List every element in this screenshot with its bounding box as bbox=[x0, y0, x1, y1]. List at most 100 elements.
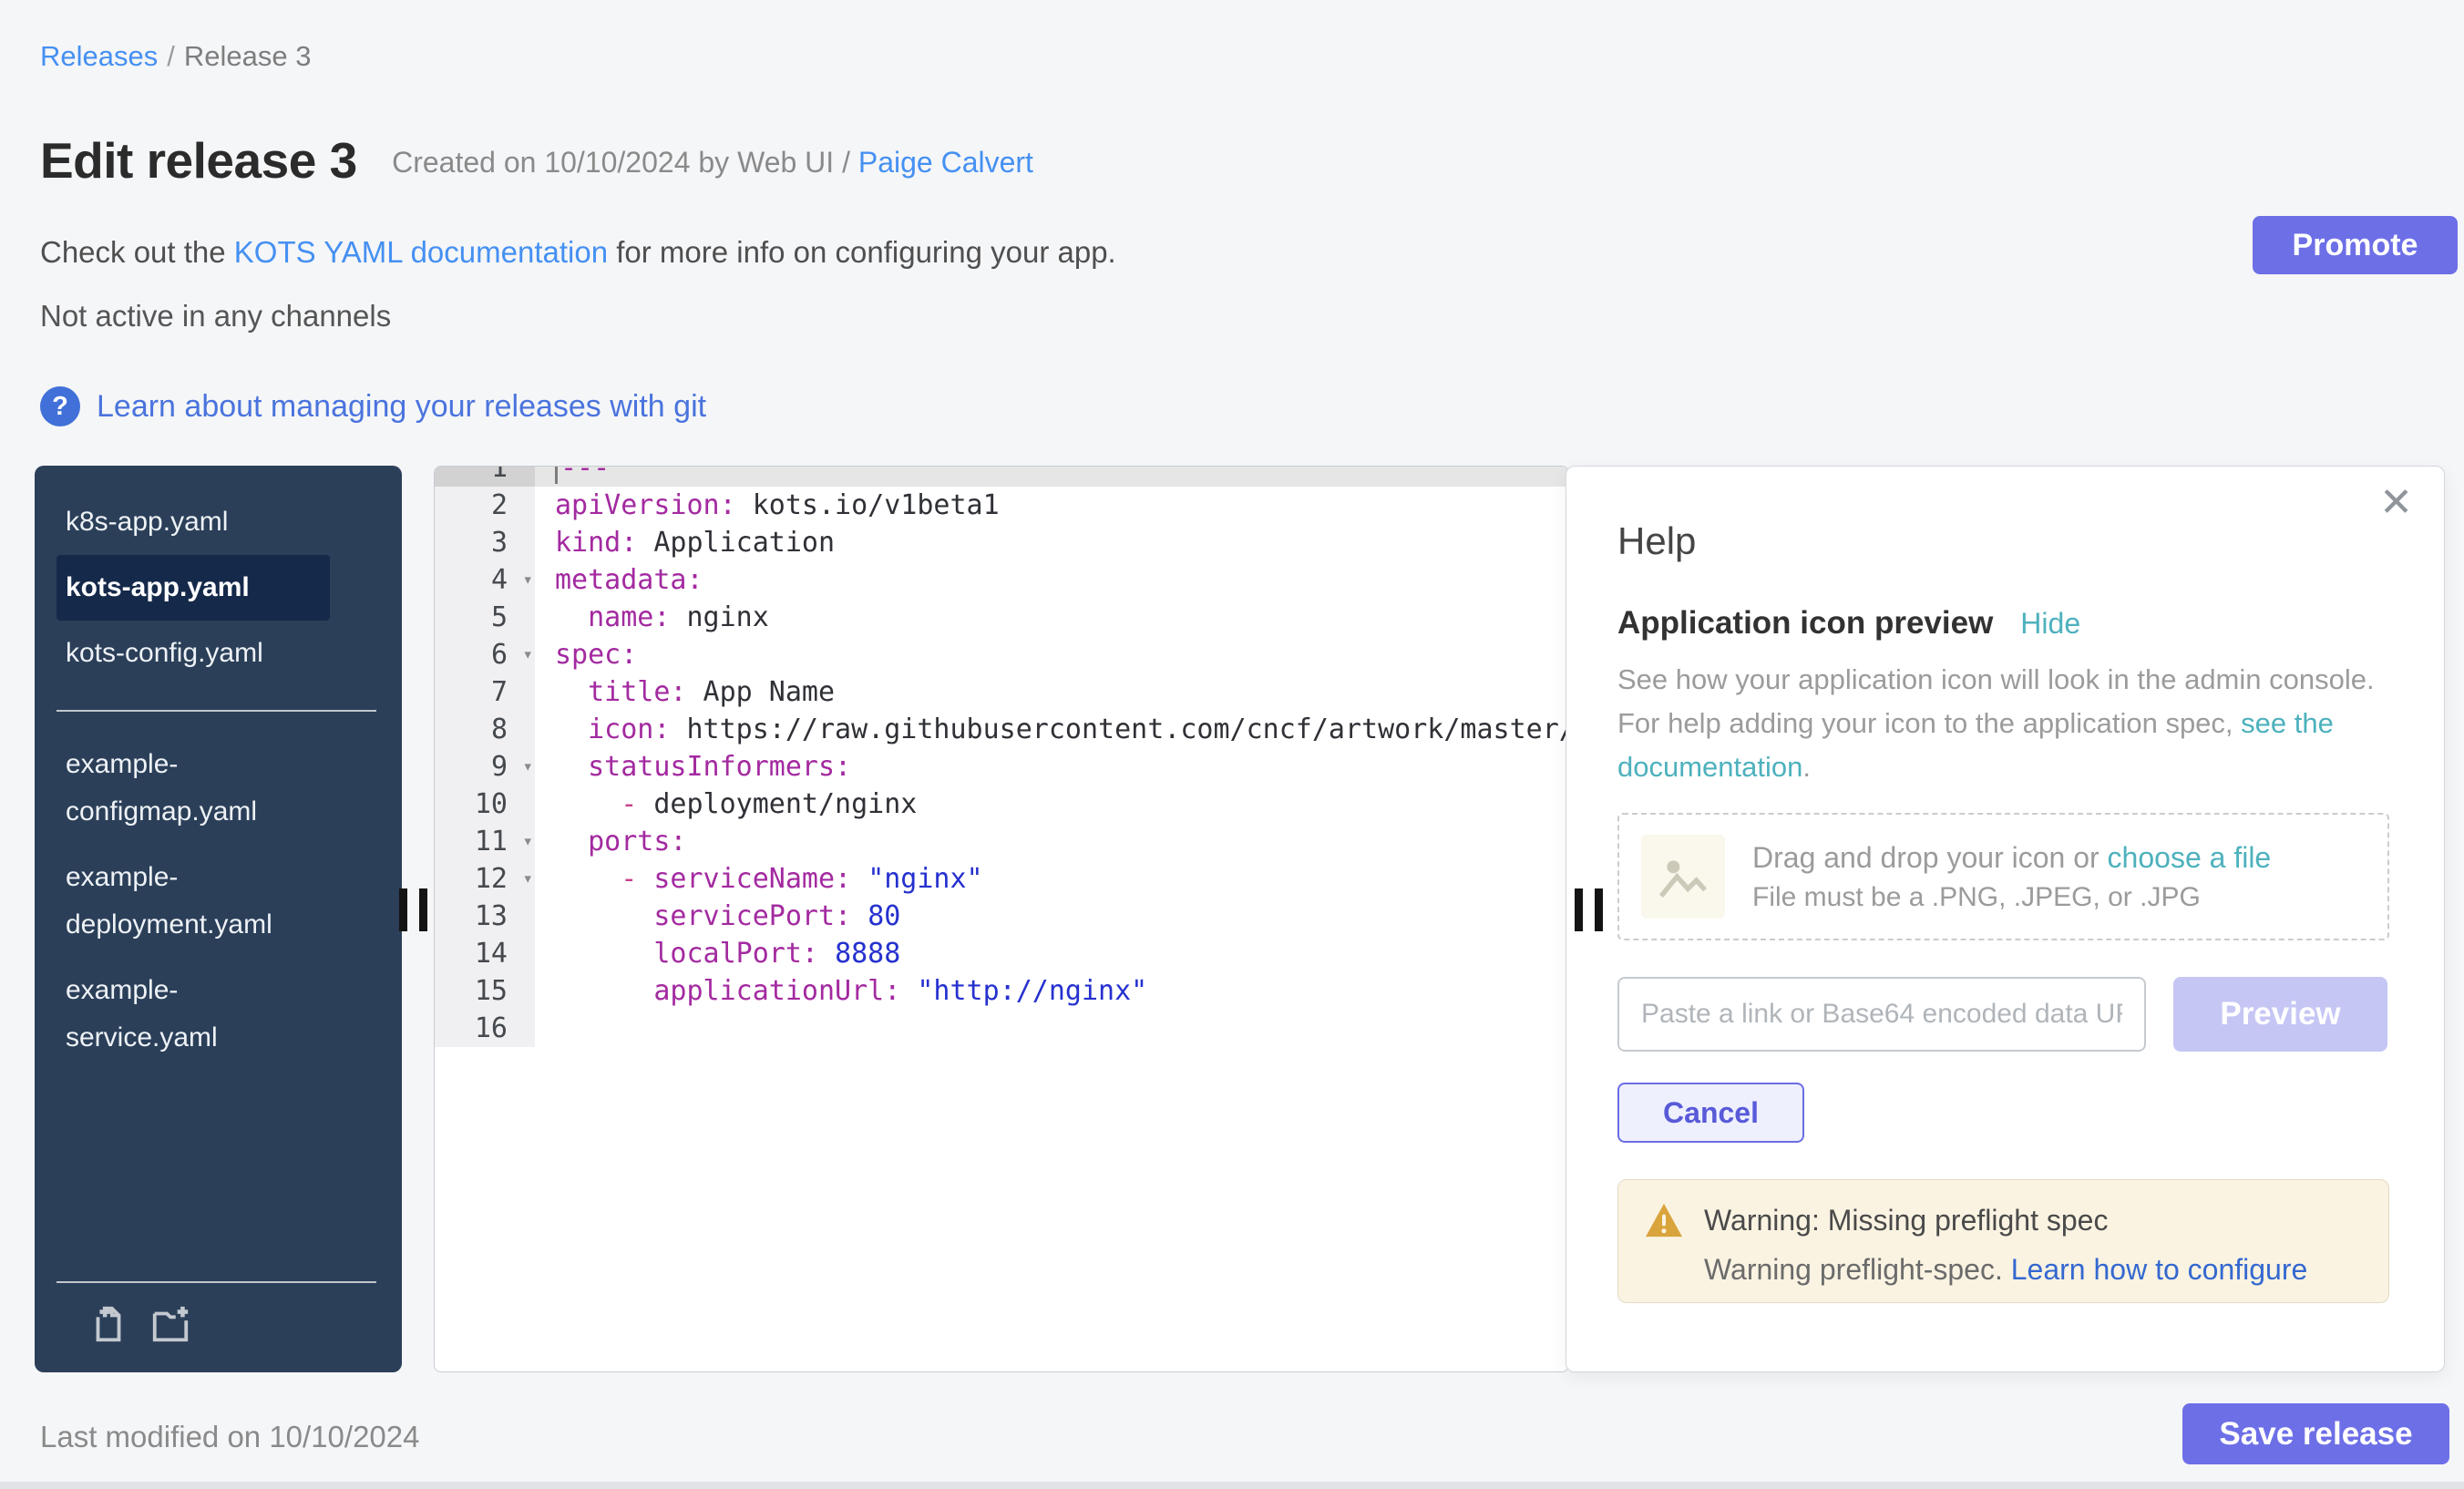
code-content[interactable]: icon: https://raw.githubusercontent.com/… bbox=[535, 711, 1568, 748]
code-content[interactable]: title: App Name bbox=[535, 673, 1568, 711]
line-number: 10 bbox=[435, 786, 535, 823]
code-segment: kots.io/v1beta1 bbox=[736, 489, 1000, 521]
yaml-editor[interactable]: 1 --- 2apiVersion: kots.io/v1beta13kind: A… bbox=[434, 466, 1569, 1372]
fold-arrow-icon[interactable]: ▾ bbox=[523, 748, 533, 786]
code-line: 9▾ statusInformers: bbox=[435, 748, 1568, 786]
line-number: 6▾ bbox=[435, 636, 535, 673]
close-icon[interactable]: ✕ bbox=[2379, 483, 2413, 523]
code-content[interactable]: apiVersion: kots.io/v1beta1 bbox=[535, 487, 1568, 524]
code-segment bbox=[900, 975, 917, 1007]
file-tree-item[interactable]: example-configmap.yaml bbox=[56, 732, 330, 845]
code-line: 3kind: Application bbox=[435, 524, 1568, 561]
file-tree-item[interactable]: example-deployment.yaml bbox=[56, 845, 330, 958]
pane-resize-handle-right[interactable] bbox=[1575, 888, 1603, 931]
code-segment bbox=[818, 938, 835, 970]
code-segment: title: bbox=[588, 676, 686, 708]
breadcrumb-releases-link[interactable]: Releases bbox=[40, 40, 158, 72]
code-content[interactable]: name: nginx bbox=[535, 599, 1568, 636]
code-segment: applicationUrl: bbox=[653, 975, 900, 1007]
code-content[interactable]: statusInformers: bbox=[535, 748, 1568, 786]
line-number: 2 bbox=[435, 487, 535, 524]
code-line: 14 localPort: 8888 bbox=[435, 935, 1568, 972]
dropzone-hint: File must be a .PNG, .JPEG, or .JPG bbox=[1752, 882, 2271, 913]
fold-arrow-icon[interactable]: ▾ bbox=[523, 860, 533, 898]
code-content[interactable]: metadata: bbox=[535, 561, 1568, 599]
code-content[interactable]: spec: bbox=[535, 636, 1568, 673]
choose-file-link[interactable]: choose a file bbox=[2108, 841, 2272, 874]
fold-arrow-icon[interactable]: ▾ bbox=[523, 561, 533, 599]
kots-yaml-doc-link[interactable]: KOTS YAML documentation bbox=[234, 235, 608, 269]
code-segment: nginx bbox=[670, 601, 768, 633]
file-tree-item[interactable]: example-service.yaml bbox=[56, 958, 330, 1071]
preview-button[interactable]: Preview bbox=[2173, 977, 2387, 1052]
created-by-link[interactable]: Paige Calvert bbox=[858, 146, 1033, 179]
line-number: 15 bbox=[435, 972, 535, 1010]
created-info: Created on 10/10/2024 by Web UI / Paige … bbox=[392, 146, 1033, 180]
code-content[interactable]: --- bbox=[535, 466, 1568, 487]
image-placeholder-icon bbox=[1641, 835, 1725, 919]
warning-title: Warning: Missing preflight spec bbox=[1704, 1204, 2108, 1237]
code-line: 13 servicePort: 80 bbox=[435, 898, 1568, 935]
created-text: Created on 10/10/2024 by Web UI / bbox=[392, 146, 850, 179]
code-segment: kind: bbox=[555, 527, 637, 559]
code-segment bbox=[555, 601, 588, 633]
help-title: Help bbox=[1617, 519, 2393, 563]
line-number: 16 bbox=[435, 1010, 535, 1047]
pane-resize-handle-left[interactable] bbox=[399, 888, 427, 931]
page-title: Edit release 3 bbox=[40, 131, 357, 190]
fold-arrow-icon[interactable]: ▾ bbox=[523, 636, 533, 673]
fold-arrow-icon[interactable]: ▾ bbox=[523, 823, 533, 860]
description-period: . bbox=[1802, 751, 1811, 783]
file-tree-item[interactable]: kots-config.yaml bbox=[56, 621, 330, 686]
code-content[interactable]: kind: Application bbox=[535, 524, 1568, 561]
code-segment bbox=[555, 714, 588, 745]
git-releases-link[interactable]: Learn about managing your releases with … bbox=[97, 389, 706, 425]
code-segment: spec: bbox=[555, 639, 637, 671]
icon-dropzone[interactable]: Drag and drop your icon or choose a file… bbox=[1617, 813, 2389, 940]
git-help-row: ? Learn about managing your releases wit… bbox=[40, 386, 706, 426]
line-number: 1 bbox=[435, 466, 535, 487]
code-content[interactable]: applicationUrl: "http://nginx" bbox=[535, 972, 1568, 1010]
file-group-divider bbox=[56, 710, 376, 712]
text-cursor bbox=[555, 466, 558, 484]
code-line: 1 --- bbox=[435, 466, 1568, 487]
code-content[interactable]: servicePort: 80 bbox=[535, 898, 1568, 935]
save-release-button[interactable]: Save release bbox=[2182, 1403, 2449, 1464]
file-tree-item[interactable]: kots-app.yaml bbox=[56, 555, 330, 621]
breadcrumb-separator: / bbox=[158, 40, 184, 72]
code-segment: "nginx" bbox=[868, 863, 982, 895]
title-row: Edit release 3 Created on 10/10/2024 by … bbox=[40, 131, 1033, 190]
code-content[interactable]: ports: bbox=[535, 823, 1568, 860]
dropzone-text: Drag and drop your icon or choose a file bbox=[1752, 841, 2271, 875]
code-content[interactable]: - deployment/nginx bbox=[535, 786, 1568, 823]
question-circle-icon: ? bbox=[40, 386, 80, 426]
code-segment: serviceName: bbox=[653, 863, 851, 895]
icon-url-input[interactable] bbox=[1617, 977, 2146, 1052]
code-line: 6▾ spec: bbox=[435, 636, 1568, 673]
code-line: 4▾metadata: bbox=[435, 561, 1568, 599]
code-segment: name: bbox=[588, 601, 670, 633]
code-segment bbox=[555, 826, 588, 857]
code-segment: localPort: bbox=[653, 938, 818, 970]
file-group-primary: k8s-app.yamlkots-app.yamlkots-config.yam… bbox=[35, 489, 402, 686]
code-line: 8 icon: https://raw.githubusercontent.co… bbox=[435, 711, 1568, 748]
cancel-button[interactable]: Cancel bbox=[1617, 1083, 1804, 1143]
sidebar-footer bbox=[35, 1258, 402, 1372]
file-tree-item[interactable]: k8s-app.yaml bbox=[56, 489, 330, 555]
line-number: 8 bbox=[435, 711, 535, 748]
line-number: 3 bbox=[435, 524, 535, 561]
add-file-icon[interactable] bbox=[87, 1303, 129, 1345]
code-segment bbox=[555, 676, 588, 708]
code-segment: --- bbox=[560, 466, 610, 484]
add-folder-icon[interactable] bbox=[149, 1303, 191, 1345]
last-modified-text: Last modified on 10/10/2024 bbox=[40, 1420, 419, 1454]
promote-button[interactable]: Promote bbox=[2253, 216, 2458, 274]
code-content[interactable] bbox=[535, 1010, 1568, 1047]
learn-configure-link[interactable]: Learn how to configure bbox=[2011, 1253, 2308, 1286]
hide-link[interactable]: Hide bbox=[2020, 607, 2080, 641]
code-line: 12▾ - serviceName: "nginx" bbox=[435, 860, 1568, 898]
doc-hint-pre: Check out the bbox=[40, 235, 234, 269]
code-content[interactable]: localPort: 8888 bbox=[535, 935, 1568, 972]
code-content[interactable]: - serviceName: "nginx" bbox=[535, 860, 1568, 898]
code-segment: servicePort: bbox=[653, 900, 851, 932]
